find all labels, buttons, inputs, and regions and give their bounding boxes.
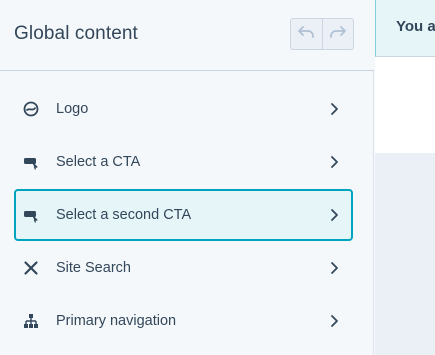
panel-title: Global content <box>14 23 138 44</box>
logo-icon <box>23 101 39 117</box>
list-item-primary-navigation[interactable]: Primary navigation <box>14 295 353 347</box>
banner-text: You a <box>396 18 435 35</box>
site-search-icon <box>23 260 39 276</box>
cta-icon <box>23 207 39 223</box>
preview-background <box>375 153 435 355</box>
redo-button[interactable] <box>321 19 354 49</box>
undo-button[interactable] <box>291 19 322 49</box>
list-item-logo[interactable]: Logo <box>14 83 353 135</box>
panel-header: Global content <box>0 0 374 71</box>
global-content-panel: Global content Logo Select a CTA Select … <box>0 0 374 355</box>
item-label: Primary navigation <box>56 313 177 329</box>
item-label: Site Search <box>56 260 131 276</box>
list-item-select-cta[interactable]: Select a CTA <box>14 136 353 188</box>
chevron-right-icon <box>329 261 339 275</box>
undo-icon <box>297 25 315 44</box>
info-banner: You a <box>375 0 435 57</box>
sitemap-icon <box>23 313 39 329</box>
list-item-select-second-cta[interactable]: Select a second CTA <box>14 189 353 241</box>
chevron-right-icon <box>329 314 339 328</box>
redo-icon <box>329 25 347 44</box>
preview-content-area <box>375 57 435 153</box>
chevron-right-icon <box>329 155 339 169</box>
item-label: Logo <box>56 101 89 117</box>
cta-icon <box>23 154 39 170</box>
item-label: Select a CTA <box>56 154 141 170</box>
chevron-right-icon <box>329 208 339 222</box>
item-label: Select a second CTA <box>56 207 192 223</box>
chevron-right-icon <box>329 102 339 116</box>
undo-redo-group <box>290 18 354 50</box>
list-item-site-search[interactable]: Site Search <box>14 242 353 294</box>
